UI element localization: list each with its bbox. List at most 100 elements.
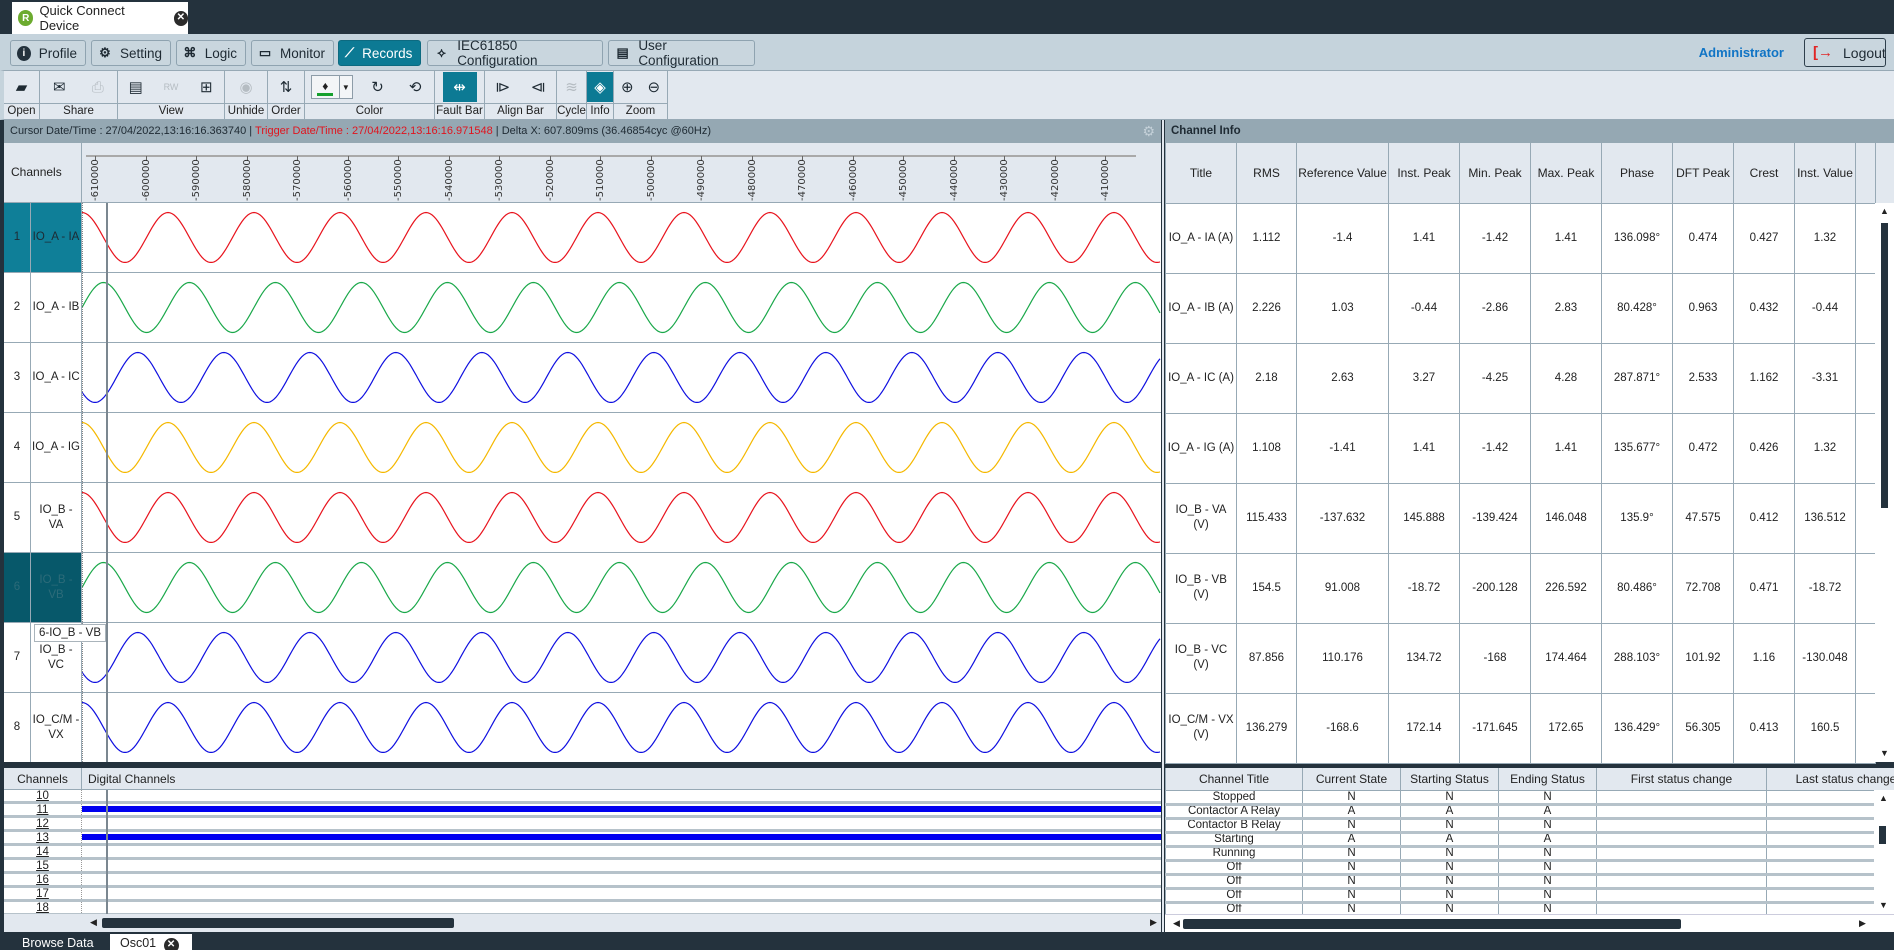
- close-tab-icon[interactable]: ✕: [173, 10, 188, 26]
- channel-name[interactable]: IO_A - IG: [31, 413, 82, 482]
- folder-open-icon[interactable]: ▰: [9, 74, 35, 100]
- cycle-icon[interactable]: ≋: [559, 74, 585, 100]
- scroll-thumb[interactable]: [1881, 223, 1888, 508]
- channel-name[interactable]: IO_A - IC: [31, 343, 82, 412]
- digital-channel-row[interactable]: 16: [4, 874, 1161, 888]
- waveform-plot[interactable]: [82, 343, 1161, 412]
- table-row[interactable]: Off N N N: [1165, 902, 1894, 914]
- nav-records-button[interactable]: ⟋ Records: [338, 40, 421, 66]
- cursor-line[interactable]: [106, 790, 108, 914]
- scroll-thumb[interactable]: [102, 918, 454, 928]
- channel-number[interactable]: 2: [4, 273, 31, 342]
- scroll-up-icon[interactable]: ▲: [1880, 206, 1889, 216]
- waveform-plot[interactable]: [82, 203, 1161, 272]
- nav-monitor-button[interactable]: ▭ Monitor: [251, 40, 334, 66]
- column-header[interactable]: Ending Status: [1498, 768, 1597, 791]
- scroll-left-icon[interactable]: ◀: [90, 917, 97, 928]
- waveform-horizontal-scrollbar[interactable]: ◀ ▶: [4, 914, 1161, 932]
- column-header[interactable]: RMS: [1236, 143, 1297, 204]
- channel-number[interactable]: 8: [4, 693, 31, 762]
- tab-osc01[interactable]: Osc01 ✕: [110, 934, 192, 950]
- scroll-right-icon[interactable]: ▶: [1859, 918, 1866, 929]
- table-row[interactable]: IO_B - VB (V) 154.5 91.008 -18.72 -200.128 22…: [1165, 552, 1876, 624]
- waveform-plot[interactable]: [82, 413, 1161, 482]
- reorder-icon[interactable]: ⇅: [273, 74, 299, 100]
- column-header[interactable]: Channel Title: [1165, 768, 1303, 791]
- color-cycle-icon[interactable]: ↻: [364, 74, 390, 100]
- channel-info-vertical-scrollbar[interactable]: ▲ ▼: [1875, 203, 1894, 762]
- scroll-up-icon[interactable]: ▲: [1879, 793, 1888, 803]
- analog-channel-row[interactable]: 8 IO_C/M - VX: [4, 693, 1161, 762]
- split-view-icon[interactable]: ⊞: [193, 74, 219, 100]
- scroll-thumb[interactable]: [1183, 919, 1681, 929]
- scroll-left-icon[interactable]: ◀: [1173, 918, 1180, 929]
- table-row[interactable]: Off N N N: [1165, 874, 1894, 890]
- pane-splitter[interactable]: [4, 762, 1161, 765]
- digital-channel-row[interactable]: 13: [4, 832, 1161, 846]
- table-row[interactable]: Contactor A Relay A A A: [1165, 804, 1894, 820]
- printer-icon[interactable]: ⎙: [85, 74, 111, 100]
- channel-number[interactable]: 3: [4, 343, 31, 412]
- digital-channel-number[interactable]: 16: [4, 874, 82, 886]
- channel-number[interactable]: 5: [4, 483, 31, 552]
- analog-channel-row[interactable]: 4 IO_A - IG: [4, 413, 1161, 483]
- nav-user-configuration-button[interactable]: ▤ User Configuration: [608, 38, 755, 68]
- scroll-down-icon[interactable]: ▼: [1879, 900, 1888, 910]
- scroll-thumb[interactable]: [1879, 826, 1886, 844]
- table-row[interactable]: IO_B - VA (V) 115.433 -137.632 145.888 -139.…: [1165, 482, 1876, 554]
- align-left-icon[interactable]: ⧐: [490, 74, 516, 100]
- channel-name[interactable]: IO_B - VB: [31, 553, 82, 622]
- cursor-line[interactable]: [106, 203, 108, 762]
- digital-channel-row[interactable]: 17: [4, 888, 1161, 902]
- digital-channel-row[interactable]: 12: [4, 818, 1161, 832]
- digital-channel-row[interactable]: 15: [4, 860, 1161, 874]
- channel-name[interactable]: IO_B - VA: [31, 483, 82, 552]
- table-row[interactable]: IO_A - IB (A) 2.226 1.03 -0.44 -2.86 2.83 80.4…: [1165, 272, 1876, 344]
- digital-channel-row[interactable]: 18: [4, 902, 1161, 914]
- digital-status-vertical-scrollbar[interactable]: ▲ ▼: [1874, 790, 1894, 914]
- digital-channel-number[interactable]: 14: [4, 846, 82, 858]
- eye-icon[interactable]: ◉: [233, 74, 259, 100]
- table-row[interactable]: IO_A - IA (A) 1.112 -1.4 1.41 -1.42 1.41 136.0…: [1165, 202, 1876, 274]
- gear-icon[interactable]: ⚙: [1142, 120, 1155, 143]
- scroll-down-icon[interactable]: ▼: [1880, 748, 1889, 758]
- digital-status-horizontal-scrollbar[interactable]: ◀ ▶: [1165, 914, 1894, 932]
- document-icon[interactable]: ▤: [123, 74, 149, 100]
- column-header[interactable]: Current State: [1302, 768, 1401, 791]
- tab-browse-data[interactable]: Browse Data: [12, 934, 104, 950]
- digital-channel-number[interactable]: 18: [4, 902, 82, 914]
- digital-channel-number[interactable]: 17: [4, 888, 82, 900]
- column-header[interactable]: Inst. Peak: [1388, 143, 1460, 204]
- digital-channel-number[interactable]: 12: [4, 818, 82, 830]
- column-header[interactable]: Last status change: [1766, 768, 1894, 791]
- channel-number[interactable]: 7: [4, 623, 31, 692]
- color-picker-dropdown[interactable]: ♦ ▼: [310, 75, 353, 99]
- nav-logic-button[interactable]: ⌘ Logic: [176, 40, 246, 66]
- digital-channels-pane[interactable]: 10 11 12 13 14 15 16 17 18: [4, 790, 1161, 914]
- waveform-plot[interactable]: [82, 553, 1161, 622]
- analog-channel-row[interactable]: 3 IO_A - IC: [4, 343, 1161, 413]
- table-row[interactable]: Stopped N N N: [1165, 790, 1894, 806]
- channel-number[interactable]: 4: [4, 413, 31, 482]
- zoom-out-icon[interactable]: ⊖: [641, 74, 667, 100]
- current-user[interactable]: Administrator: [1699, 45, 1784, 60]
- column-header[interactable]: Phase: [1601, 143, 1673, 204]
- digital-channel-row[interactable]: 10: [4, 790, 1161, 804]
- channel-name[interactable]: IO_A - IA: [31, 203, 82, 272]
- digital-channel-number[interactable]: 10: [4, 790, 82, 802]
- digital-channel-row[interactable]: 14: [4, 846, 1161, 860]
- analog-channel-row[interactable]: 2 IO_A - IB: [4, 273, 1161, 343]
- channel-number[interactable]: 6: [4, 553, 31, 622]
- table-row[interactable]: Off N N N: [1165, 860, 1894, 876]
- column-header[interactable]: Inst. Value: [1794, 143, 1856, 204]
- scroll-right-icon[interactable]: ▶: [1150, 917, 1157, 928]
- nav-setting-button[interactable]: ⚙ Setting: [91, 40, 171, 66]
- waveform-plot[interactable]: [82, 483, 1161, 552]
- column-header[interactable]: Starting Status: [1400, 768, 1499, 791]
- table-row[interactable]: Running N N N: [1165, 846, 1894, 862]
- info-view-icon[interactable]: ◈: [587, 72, 613, 102]
- table-row[interactable]: IO_A - IG (A) 1.108 -1.41 1.41 -1.42 1.41 135.…: [1165, 412, 1876, 484]
- rw-icon[interactable]: RW: [158, 74, 184, 100]
- table-row[interactable]: Contactor B Relay N N N: [1165, 818, 1894, 834]
- channel-name[interactable]: IO_A - IB: [31, 273, 82, 342]
